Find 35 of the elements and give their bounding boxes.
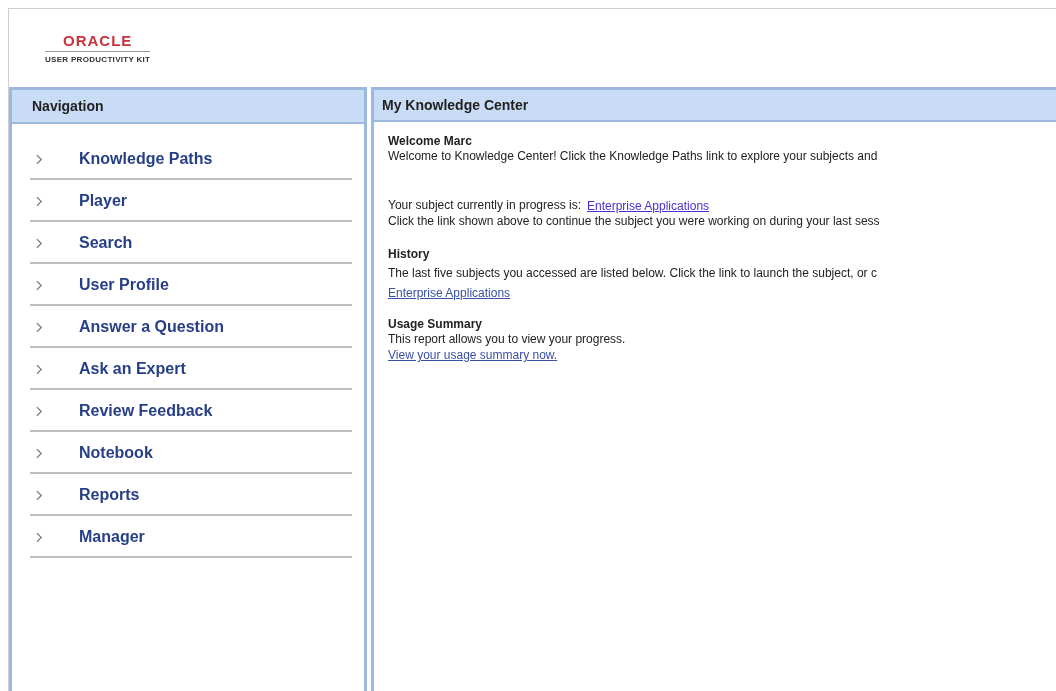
panel-title: Navigation [32,98,104,114]
chevron-icon [36,489,43,501]
section-heading: Usage Summary [388,317,484,332]
chevron-icon [36,405,43,417]
nav-link[interactable]: Player [30,180,352,222]
nav-link[interactable]: Answer a Question [30,306,352,348]
chevron-icon [36,363,43,375]
nav-link[interactable]: Knowledge Paths [30,138,352,180]
welcome-text: Welcome to Knowledge Center! Click the Knowledge Paths link to explore your subjects and [388,149,879,164]
chevron-icon [36,153,43,165]
nav-link[interactable]: Manager [30,516,352,558]
usage-text: This report allows you to view your progress. [388,332,627,347]
usage-link[interactable]: View your usage summary now. [388,347,558,363]
nav-link[interactable]: Ask an Expert [30,348,352,390]
subject-link[interactable]: Enterprise Applications [388,285,511,301]
nav-link[interactable]: Review Feedback [30,390,352,432]
chevron-icon [36,447,43,459]
nav-link[interactable]: Search [30,222,352,264]
chevron-icon [36,279,43,291]
product-name: USER PRODUCTIVITY KIT [45,51,151,64]
progress-text: Click the link shown above to continue the subject you were working on during your last sess [388,214,881,229]
subject-link[interactable]: Enterprise Applications [587,198,710,214]
chevron-icon [36,195,43,207]
panel-title: My Knowledge Center [382,97,529,113]
section-heading: Welcome Marc [388,134,473,149]
logo-wordmark: ORACLE [62,32,133,49]
progress-label: Your subject currently in progress is: [388,198,581,214]
history-text: The last five subjects you accessed are listed below. Click the link to launch the subject, or c [388,266,878,281]
nav-link[interactable]: Notebook [30,432,352,474]
chevron-icon [36,321,43,333]
chevron-icon [36,237,43,249]
section-heading: History [388,247,431,262]
nav-link[interactable]: Reports [30,474,352,516]
chevron-icon [36,531,43,543]
nav-link[interactable]: User Profile [30,264,352,306]
